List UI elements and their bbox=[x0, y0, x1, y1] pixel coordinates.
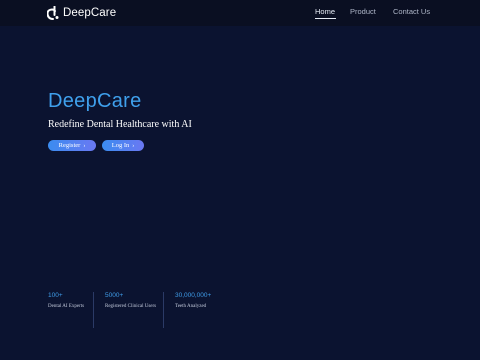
brand-logo[interactable]: DeepCare bbox=[47, 5, 116, 21]
nav-contact-us[interactable]: Contact Us bbox=[393, 7, 430, 16]
stat-dental-ai-experts: 100+ Dental AI Experts bbox=[48, 292, 84, 310]
hero-title: DeepCare bbox=[48, 90, 142, 112]
top-navigation-bar: DeepCare Home Product Contact Us bbox=[0, 0, 480, 26]
stat-label: Dental AI Experts bbox=[48, 304, 85, 309]
stat-value: 30,000,000+ bbox=[175, 292, 212, 299]
stat-divider bbox=[93, 292, 94, 328]
login-button[interactable]: Log In › bbox=[102, 140, 144, 151]
stat-value: 100+ bbox=[48, 292, 63, 299]
stat-divider bbox=[163, 292, 164, 328]
brand-name: DeepCare bbox=[63, 7, 117, 19]
nav-home-active-indicator bbox=[315, 18, 336, 19]
nav-product[interactable]: Product bbox=[350, 7, 376, 16]
stat-value: 5000+ bbox=[105, 292, 124, 299]
register-button-label: Register bbox=[58, 142, 81, 149]
deepcare-logo-icon bbox=[47, 6, 59, 20]
stat-registered-clinical-users: 5000+ Registered Clinical Users bbox=[105, 292, 163, 310]
nav-home[interactable]: Home bbox=[315, 7, 335, 16]
register-button[interactable]: Register › bbox=[48, 140, 96, 151]
stat-teeth-analyzed: 30,000,000+ Teeth Analyzed bbox=[175, 292, 211, 310]
hero-subtitle: Redefine Dental Healthcare with AI bbox=[48, 119, 192, 130]
login-button-label: Log In bbox=[111, 142, 130, 149]
chevron-right-icon: › bbox=[83, 142, 86, 149]
stat-label: Teeth Analyzed bbox=[175, 304, 207, 309]
chevron-right-icon: › bbox=[132, 142, 135, 149]
stat-label: Registered Clinical Users bbox=[105, 304, 157, 309]
